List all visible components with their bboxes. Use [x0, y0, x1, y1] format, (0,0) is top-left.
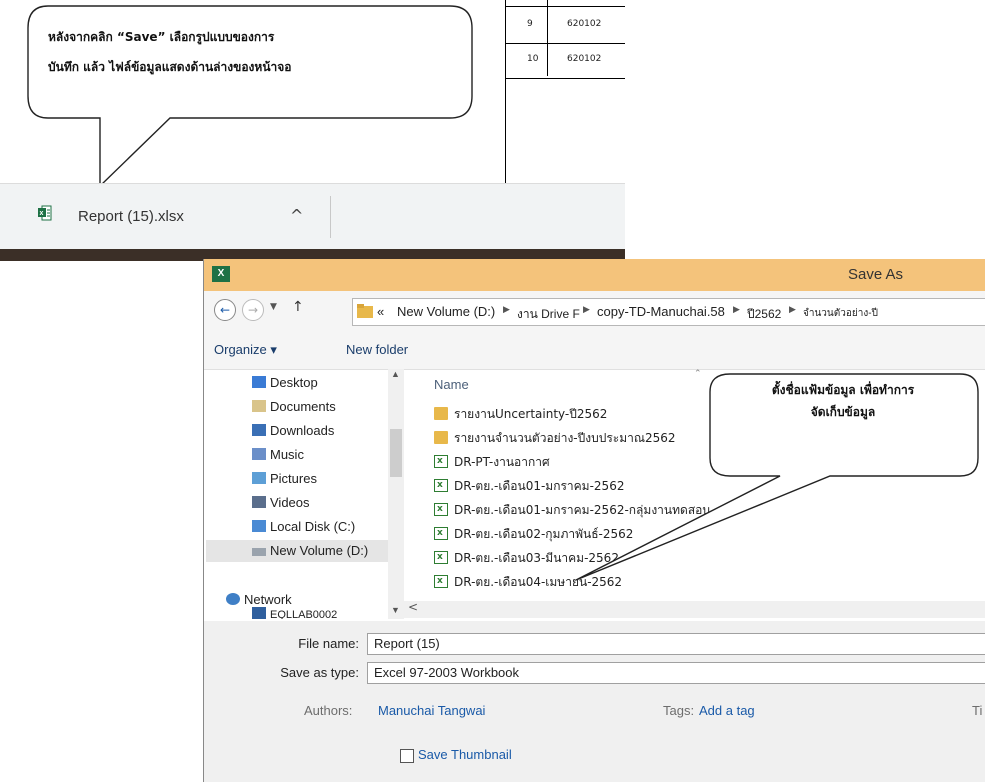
- breadcrumb-copy-td[interactable]: copy-TD-Manuchai.58: [597, 304, 725, 319]
- videos-icon: [252, 496, 266, 508]
- dialog-toolbar: Organize ▾ New folder: [204, 331, 985, 370]
- dialog-title: Save As: [848, 266, 904, 283]
- breadcrumb-drive-f[interactable]: งาน Drive F: [517, 305, 580, 324]
- nav-item-pictures[interactable]: Pictures: [252, 468, 317, 490]
- new-folder-button[interactable]: New folder: [346, 342, 408, 357]
- breadcrumb-sample-count[interactable]: จำนวนตัวอย่าง-ปี: [803, 306, 878, 321]
- downloads-icon: [252, 424, 266, 436]
- drive-icon: [252, 520, 266, 532]
- folder-icon: [357, 304, 373, 318]
- scroll-left-icon[interactable]: <: [408, 600, 418, 614]
- scroll-down-icon[interactable]: ▼: [391, 605, 400, 615]
- callout-top-line1: หลังจากคลิก “Save” เลือกรูปแบบของการ: [48, 30, 275, 44]
- nav-item-local-disk[interactable]: Local Disk (C:): [252, 516, 355, 538]
- chevron-right-icon: ▶: [503, 304, 510, 314]
- nav-item-label: New Volume (D:): [270, 543, 369, 558]
- nav-item-label: EQLLAB0002: [270, 609, 338, 619]
- svg-text:x: x: [40, 210, 44, 217]
- computer-icon: [252, 607, 266, 619]
- table-cell-num: 9: [527, 19, 533, 29]
- callout-top-line2: บันทึก แล้ว ไฟล์ข้อมูลแสดงด้านล่างของหน้…: [48, 60, 292, 74]
- table-cell-code: 620102: [567, 19, 602, 29]
- horizontal-scrollbar[interactable]: <: [404, 600, 985, 618]
- nav-item-documents[interactable]: Documents: [252, 396, 336, 418]
- tags-value[interactable]: Add a tag: [699, 703, 755, 718]
- dialog-title-bar: X Save As: [204, 259, 985, 291]
- nav-item-label: Pictures: [270, 471, 317, 486]
- nav-item-videos[interactable]: Videos: [252, 492, 310, 514]
- breadcrumb-prefix[interactable]: «: [377, 304, 384, 319]
- nav-item-label: Local Disk (C:): [270, 519, 356, 534]
- scroll-up-icon[interactable]: ▲: [391, 369, 400, 379]
- table-row: 10 620102: [505, 42, 625, 79]
- nav-item-computer[interactable]: EQLLAB0002: [252, 607, 337, 619]
- desktop-icon: [252, 376, 266, 388]
- pictures-icon: [252, 472, 266, 484]
- tags-label: Tags:: [663, 703, 695, 718]
- chevron-right-icon: ▶: [583, 304, 590, 314]
- chevron-right-icon: ▶: [789, 304, 796, 314]
- nav-item-label: Network: [244, 592, 292, 607]
- callout-right-line1: ตั้งชื่อแฟ้มข้อมูล เพื่อทำการ: [771, 383, 915, 397]
- up-arrow-icon[interactable]: ↑: [292, 299, 304, 315]
- file-name-label: File name:: [298, 636, 359, 651]
- address-bar-row: ← → ▼ ↑ « New Volume (D:) ▶ งาน Drive F …: [204, 291, 985, 331]
- organize-button[interactable]: Organize ▾: [214, 342, 277, 358]
- drive-icon: [252, 548, 266, 556]
- download-file-name[interactable]: Report (15).xlsx: [78, 208, 184, 225]
- nav-item-label: Downloads: [270, 423, 335, 438]
- recent-locations-icon[interactable]: ▼: [270, 302, 277, 312]
- save-options-panel: File name: Report (15) Save as type: Exc…: [204, 621, 985, 782]
- file-name-input[interactable]: Report (15): [367, 633, 985, 655]
- nav-item-desktop[interactable]: Desktop: [252, 372, 318, 394]
- documents-icon: [252, 400, 266, 412]
- table-cell-code: 620102: [567, 54, 602, 64]
- save-type-label: Save as type:: [280, 665, 359, 680]
- nav-item-label: Documents: [270, 399, 336, 414]
- authors-label: Authors:: [304, 703, 353, 718]
- excel-app-icon: X: [212, 266, 230, 282]
- chevron-up-icon[interactable]: ^: [290, 206, 303, 225]
- divider: [330, 196, 331, 238]
- nav-item-music[interactable]: Music: [252, 444, 304, 466]
- forward-arrow-icon[interactable]: →: [242, 299, 264, 321]
- nav-item-label: Music: [270, 447, 304, 462]
- nav-item-label: Desktop: [270, 375, 318, 390]
- title-label: Ti: [972, 703, 983, 718]
- breadcrumb-volume[interactable]: New Volume (D:): [397, 304, 495, 319]
- callout-right-line2: จัดเก็บข้อมูล: [810, 405, 876, 419]
- excel-file-icon: x: [38, 205, 52, 221]
- nav-item-new-volume[interactable]: New Volume (D:): [206, 540, 389, 562]
- authors-value[interactable]: Manuchai Tangwai: [378, 703, 485, 718]
- network-icon: [226, 593, 240, 605]
- breadcrumb-year[interactable]: ปี2562: [747, 305, 781, 324]
- chevron-right-icon: ▶: [733, 304, 740, 314]
- save-type-select[interactable]: Excel 97-2003 Workbook: [367, 662, 985, 684]
- download-bar: x Report (15).xlsx ^: [0, 183, 625, 250]
- nav-item-label: Videos: [270, 495, 310, 510]
- music-icon: [252, 448, 266, 460]
- address-bar[interactable]: « New Volume (D:) ▶ งาน Drive F ▶ copy-T…: [352, 298, 985, 326]
- nav-item-downloads[interactable]: Downloads: [252, 420, 334, 442]
- save-thumbnail-label[interactable]: Save Thumbnail: [418, 747, 512, 762]
- save-thumbnail-checkbox[interactable]: [400, 749, 414, 763]
- table-cell-num: 10: [527, 54, 539, 64]
- table-row: 9 620102: [505, 6, 625, 44]
- navigation-pane: Desktop Documents Downloads Music Pictur…: [204, 369, 407, 619]
- back-arrow-icon[interactable]: ←: [214, 299, 236, 321]
